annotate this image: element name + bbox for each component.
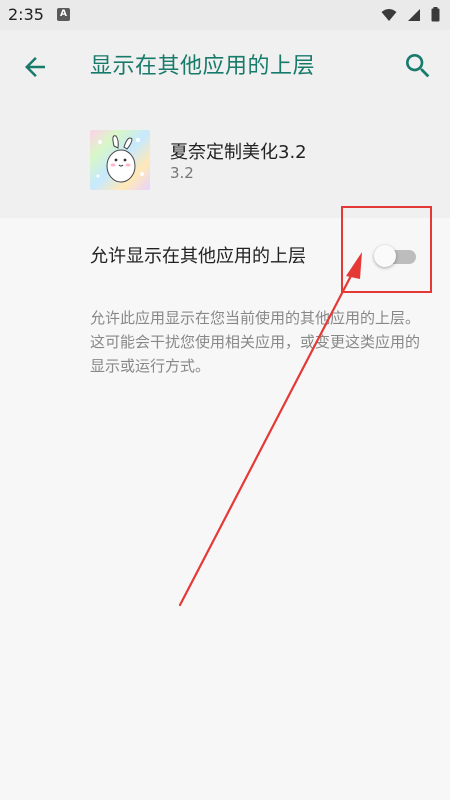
permission-description: 允许此应用显示在您当前使用的其他应用的上层。这可能会干扰您使用相关应用，或变更这…: [90, 309, 421, 375]
back-button[interactable]: [20, 52, 50, 82]
status-bar: 2:35 A: [0, 0, 450, 30]
search-icon: [406, 54, 430, 78]
wifi-icon: [381, 8, 397, 21]
settings-screen: 2:35 A 显示在其他应用的上层 夏奈定制美化3.2 3.2 允许显示在其他应…: [0, 0, 450, 800]
a-icon: A: [57, 8, 70, 21]
app-bar: 显示在其他应用的上层: [0, 30, 450, 102]
arrow-back-icon: [25, 57, 45, 77]
permission-label: 允许显示在其他应用的上层: [90, 246, 306, 267]
app-name: 夏奈定制美化3.2: [170, 142, 307, 163]
battery-icon: [431, 7, 440, 22]
app-version: 3.2: [170, 164, 194, 182]
search-button[interactable]: [402, 50, 434, 82]
signal-icon: [408, 8, 420, 21]
status-time: 2:35: [8, 5, 44, 24]
app-header: 夏奈定制美化3.2 3.2: [0, 102, 450, 218]
annotation-highlight-box: [341, 206, 432, 293]
status-icons: [381, 7, 440, 22]
page-title: 显示在其他应用的上层: [90, 54, 316, 79]
app-icon: [90, 130, 150, 190]
